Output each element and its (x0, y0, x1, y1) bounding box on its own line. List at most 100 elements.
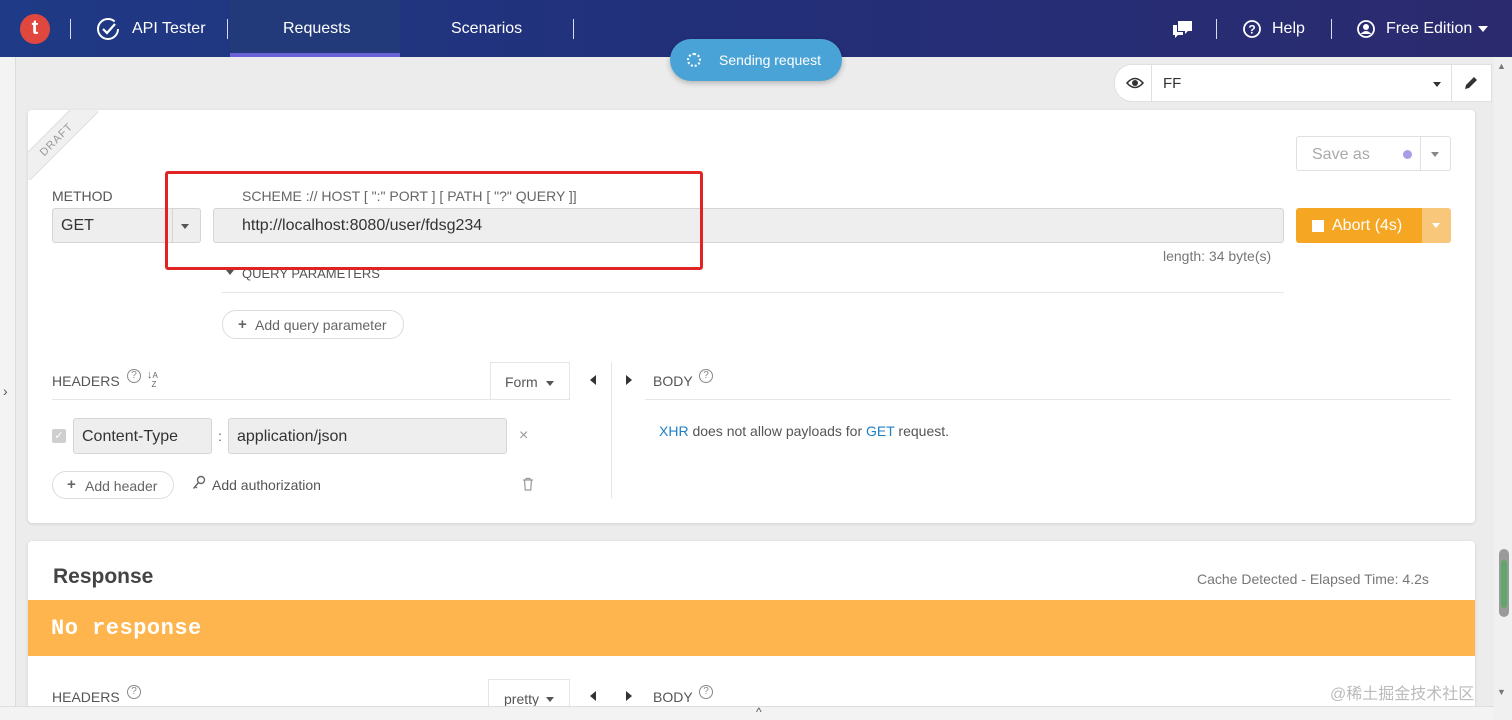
left-panel-gutter[interactable]: › (0, 57, 16, 720)
chevron-right-icon[interactable]: › (3, 383, 8, 399)
response-title: Response (53, 565, 154, 588)
add-header-button[interactable]: + Add header (52, 471, 174, 499)
divider (52, 399, 570, 400)
save-as-dropdown[interactable] (1421, 136, 1451, 171)
method-value: GET (61, 217, 94, 234)
divider (172, 209, 173, 242)
edition-menu[interactable]: Free Edition (1386, 20, 1472, 38)
chevron-down-icon (546, 697, 554, 702)
sending-request-label: Sending request (719, 52, 821, 68)
url-format-hint: SCHEME :// HOST [ ":" PORT ] [ PATH [ "?… (242, 188, 577, 204)
add-header-label: Add header (85, 478, 158, 494)
abort-button[interactable]: Abort (4s) (1296, 208, 1422, 243)
plus-icon: + (67, 476, 76, 493)
remove-header-icon[interactable]: × (519, 427, 528, 445)
save-as-label: Save as (1312, 146, 1370, 163)
divider (645, 399, 1451, 400)
key-icon (192, 475, 206, 496)
response-headers-label: HEADERS (52, 689, 120, 705)
chat-bubbles-icon[interactable] (1172, 19, 1194, 39)
tab-requests[interactable]: Requests (283, 20, 351, 38)
nav-divider (573, 19, 574, 39)
divider (222, 292, 1284, 293)
divider (1451, 64, 1452, 102)
draft-ribbon: DRAFT (28, 110, 98, 180)
help-icon[interactable]: ? (699, 685, 713, 699)
headers-label: HEADERS (52, 373, 120, 389)
help-circle-icon: ? (1243, 20, 1261, 38)
scroll-down-arrow-icon[interactable]: ▼ (1497, 687, 1506, 697)
query-parameters-toggle[interactable]: QUERY PARAMETERS (242, 266, 380, 281)
pretty-mode-label: pretty (504, 691, 540, 707)
help-icon[interactable]: ? (127, 369, 141, 383)
svg-text:?: ? (1248, 23, 1255, 37)
edit-pencil-icon[interactable] (1463, 75, 1479, 96)
response-meta: Cache Detected - Elapsed Time: 4.2s (1197, 571, 1429, 587)
environment-caret-icon[interactable] (1433, 82, 1441, 87)
header-enabled-checkbox[interactable]: ✓ (52, 429, 66, 443)
plus-icon: + (238, 316, 247, 333)
abort-dropdown[interactable] (1422, 208, 1451, 243)
method-label: METHOD (52, 188, 113, 204)
trash-icon[interactable] (522, 477, 534, 496)
abort-label: Abort (4s) (1332, 216, 1403, 234)
method-link[interactable]: GET (866, 423, 895, 439)
form-mode-select[interactable]: Form (490, 362, 570, 400)
sending-request-toast: Sending request (670, 39, 842, 81)
watermark: @稀土掘金技术社区 (1330, 686, 1475, 703)
stop-square-icon (1312, 219, 1324, 232)
header-name-value: Content-Type (82, 428, 179, 445)
header-value-value: application/json (237, 428, 348, 445)
bottom-panel-handle[interactable]: ^ (0, 705, 1494, 720)
app-name[interactable]: API Tester (132, 20, 206, 38)
expand-right-icon[interactable] (626, 375, 632, 385)
url-length: length: 34 byte(s) (1163, 248, 1272, 264)
tab-scenarios[interactable]: Scenarios (451, 20, 522, 38)
url-value: http://localhost:8080/user/fdsg234 (242, 217, 483, 234)
chevron-up-icon[interactable]: ^ (756, 705, 762, 719)
chevron-down-icon (1431, 152, 1439, 157)
message-text: request. (894, 423, 950, 439)
nav-divider (227, 19, 228, 39)
check-badge-icon (96, 17, 122, 41)
xhr-link[interactable]: XHR (659, 423, 689, 439)
nav-divider (70, 19, 71, 39)
divider (1151, 64, 1152, 102)
header-value-input[interactable]: application/json (228, 418, 507, 454)
nav-divider (1216, 19, 1217, 39)
sort-alpha-icon[interactable]: ↓A Z (147, 370, 158, 390)
nav-divider (1331, 19, 1332, 39)
panel-splitter[interactable] (611, 362, 612, 498)
save-as-button[interactable]: Save as (1296, 136, 1421, 171)
eye-icon[interactable] (1125, 75, 1145, 96)
response-body-label: BODY (653, 689, 693, 705)
body-label: BODY (653, 373, 693, 389)
environment-select[interactable]: FF (1163, 75, 1181, 92)
scroll-position-indicator (1501, 560, 1507, 608)
add-query-parameter-label: Add query parameter (255, 317, 387, 333)
header-name-input[interactable]: Content-Type (73, 418, 212, 454)
app-logo[interactable]: t (20, 14, 50, 44)
collapse-caret-icon[interactable] (226, 270, 234, 275)
method-select[interactable]: GET (52, 208, 201, 243)
spinner-icon (687, 53, 701, 67)
help-icon[interactable]: ? (699, 369, 713, 383)
scroll-up-arrow-icon[interactable]: ▲ (1497, 61, 1506, 71)
help-link[interactable]: Help (1272, 20, 1305, 38)
add-query-parameter-button[interactable]: + Add query parameter (222, 310, 404, 339)
no-response-banner: No response (28, 600, 1475, 656)
expand-right-icon[interactable] (626, 691, 632, 701)
message-text: does not allow payloads for (688, 423, 867, 439)
chevron-down-icon (546, 381, 554, 386)
unsaved-dot-icon (1403, 150, 1412, 159)
collapse-left-icon[interactable] (590, 691, 596, 701)
scrollbar-track[interactable] (1494, 57, 1512, 720)
help-icon[interactable]: ? (127, 685, 141, 699)
collapse-left-icon[interactable] (590, 375, 596, 385)
draft-ribbon-label: DRAFT (28, 110, 98, 180)
url-input[interactable]: http://localhost:8080/user/fdsg234 (213, 208, 1284, 243)
add-authorization-link[interactable]: Add authorization (212, 477, 321, 493)
chevron-down-icon (1432, 223, 1440, 228)
chevron-down-icon[interactable] (1478, 26, 1488, 32)
key-value-separator: : (218, 428, 222, 444)
